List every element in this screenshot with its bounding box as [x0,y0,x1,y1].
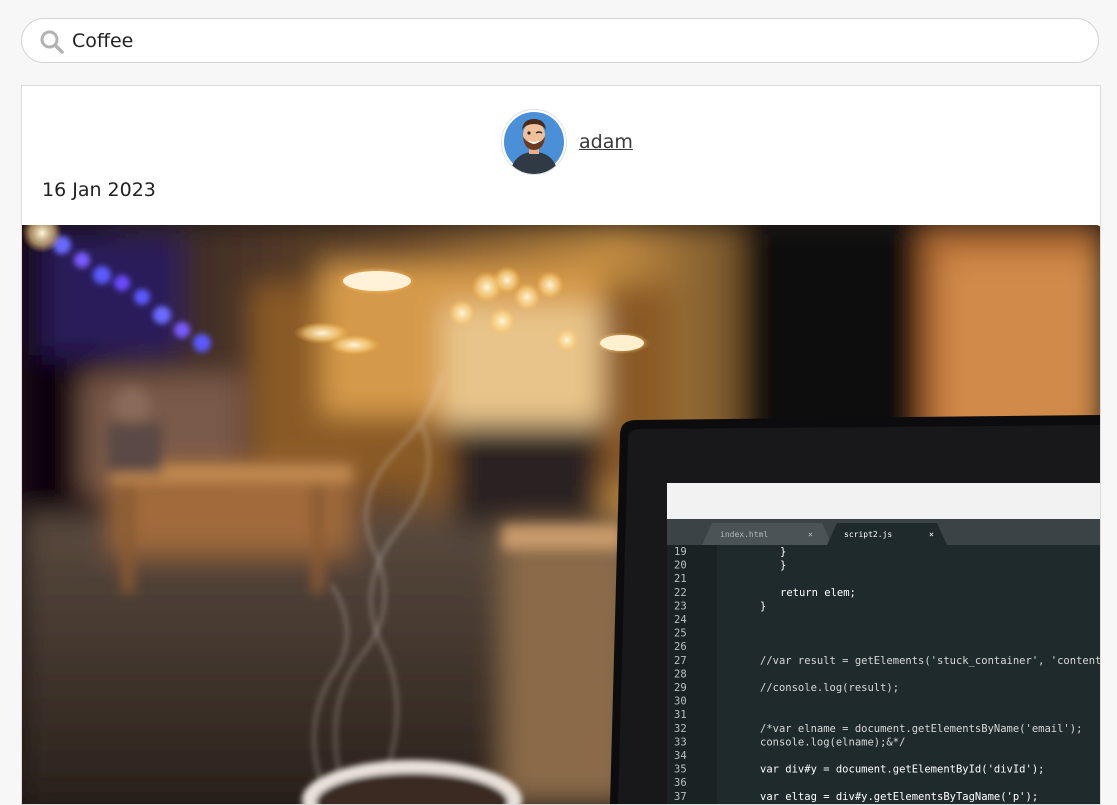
code-line-text: console.log(elname);&*/ [760,736,905,748]
search-input[interactable] [72,27,1072,55]
editor-tab-label: script2.js [844,530,892,539]
author-link[interactable]: adam [579,131,633,153]
post-author: adam [501,107,633,177]
code-line-text: var div#y = document.getElementById('div… [760,764,1044,776]
code-line-number: 33 [674,736,687,748]
code-line-text: //console.log(result); [760,682,899,694]
post-date: 16 Jan 2023 [42,179,156,201]
search-bar[interactable] [21,18,1099,63]
avatar[interactable] [501,109,567,175]
code-line-number: 37 [674,791,687,803]
code-line-text: var eltag = div#y.getElementsByTagName('… [760,791,1038,803]
editor-tab-label: index.html [720,530,768,539]
code-line-text: } [760,600,766,612]
code-line-number: 20 [674,560,687,572]
code-line-number: 34 [674,750,687,762]
code-line-number: 27 [674,655,687,667]
code-line-number: 29 [674,682,687,694]
editor-tab-close-icon: × [808,530,813,539]
code-line-number: 26 [674,641,687,653]
code-line-number: 30 [674,696,687,708]
search-icon [40,30,64,54]
code-line-number: 24 [674,614,687,626]
editor-tab-close-icon: × [929,530,934,539]
code-line-number: 31 [674,709,687,721]
code-line-text: } [780,560,786,572]
post-card: adam 16 Jan 2023 index.html × script2.js… [21,85,1101,805]
code-line-number: 23 [674,600,687,612]
post-image: index.html × script2.js × 19} 20} 21 22 return … [22,225,1101,804]
code-line-number: 25 [674,628,687,640]
code-line-text: //var result = getElements('stuck_contai… [760,655,1101,667]
code-line-number: 28 [674,668,687,680]
code-line-number: 22 [674,587,687,599]
code-line-text: return elem; [780,587,856,599]
code-line-number: 19 [674,546,687,558]
code-line-number: 35 [674,764,687,776]
code-line-number: 21 [674,573,687,585]
code-line-number: 36 [674,777,687,789]
code-line-text: } [780,546,786,558]
code-line-number: 32 [674,723,687,735]
code-line-text: /*var elname = document.getElementsByNam… [760,723,1082,735]
